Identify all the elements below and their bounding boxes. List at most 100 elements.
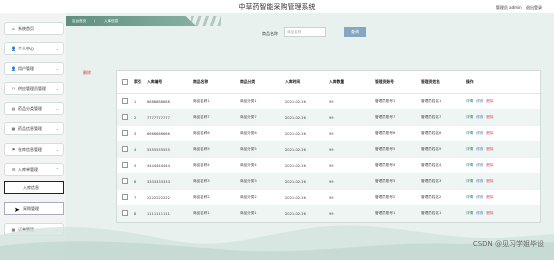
sidebar-item-label: 仓库信息管理: [18, 146, 42, 152]
cell-date: 2021-02-26: [285, 115, 306, 120]
row-checkbox[interactable]: [117, 146, 131, 153]
logout-link[interactable]: 退出登录: [526, 5, 542, 10]
column-header: 入库编号: [147, 79, 163, 84]
delete-button[interactable]: 删除: [486, 131, 493, 135]
edit-button[interactable]: 修改: [476, 195, 483, 199]
sidebar-item-label: 供应管理员管理: [18, 85, 46, 91]
cell-manager-account: 管理员账号5: [375, 147, 396, 151]
cell-manager-account: 管理员账号2: [375, 195, 396, 199]
cell-quantity: 99: [329, 147, 334, 152]
row-checkbox[interactable]: [117, 162, 131, 169]
column-header: 入库数量: [329, 79, 345, 84]
sidebar-item-profile[interactable]: 👤 个人中心 ⌄: [4, 42, 64, 55]
table-row: 5 4444444444 商品名称4 商品分类4 2021-02-26 99 管理员账号4 管…: [117, 158, 540, 174]
inbound-table: 索引 入库编号 商品名称 商品分类 入库时间 入库数量 管理员账号 管理员姓名 …: [116, 70, 541, 223]
sidebar-subitem-label: 采购管理: [23, 205, 39, 211]
breadcrumb-separator: /: [94, 19, 96, 23]
detail-button[interactable]: 详情: [466, 179, 473, 183]
sidebar-subitem-purchase[interactable]: 采购管理: [4, 202, 64, 215]
sidebar-item-drug-category[interactable]: ▤ 药品分类管理 ⌄: [4, 102, 64, 115]
batch-delete-button[interactable]: 删除: [83, 70, 91, 76]
sidebar-subitem-inbound-info[interactable]: 入库信息: [4, 181, 64, 194]
cell-quantity: 99: [329, 99, 334, 104]
edit-button[interactable]: 修改: [476, 163, 483, 167]
sidebar-item-drug-info[interactable]: ▦ 药品信息管理 ⌄: [4, 122, 64, 135]
detail-button[interactable]: 详情: [466, 195, 473, 199]
delete-button[interactable]: 删除: [486, 147, 493, 151]
detail-button[interactable]: 详情: [466, 147, 473, 151]
search-input[interactable]: 商品名称: [284, 27, 326, 37]
sidebar-item-label: 订单管理: [18, 226, 34, 232]
edit-button[interactable]: 修改: [476, 99, 483, 103]
cell-code: 6666666666: [147, 131, 170, 136]
row-checkbox[interactable]: [117, 130, 131, 137]
cell-index: 2: [134, 115, 137, 120]
home-icon: ⌂: [12, 26, 15, 31]
chevron-down-icon: ⌄: [55, 126, 59, 131]
delete-button[interactable]: 删除: [486, 195, 493, 199]
cell-category: 商品分类1: [240, 211, 257, 215]
sidebar-item-label: 药品分类管理: [18, 105, 42, 111]
cell-index: 1: [134, 99, 137, 104]
edit-button[interactable]: 修改: [476, 211, 483, 215]
chevron-down-icon: ⌄: [55, 86, 59, 91]
search-button[interactable]: 查询: [344, 27, 366, 37]
breadcrumb: 后台首页 / 入库信息: [66, 16, 196, 26]
detail-button[interactable]: 详情: [466, 115, 473, 119]
row-checkbox[interactable]: [117, 178, 131, 185]
cell-date: 2021-02-26: [285, 195, 306, 200]
edit-button[interactable]: 修改: [476, 131, 483, 135]
detail-button[interactable]: 详情: [466, 131, 473, 135]
sidebar-item-label: 个人中心: [18, 45, 34, 51]
cell-date: 2021-02-26: [285, 179, 306, 184]
edit-button[interactable]: 修改: [476, 179, 483, 183]
sidebar-item-inbound[interactable]: ☰ 入库单管理 ⌃: [4, 163, 64, 176]
breadcrumb-home[interactable]: 后台首页: [72, 19, 86, 24]
sidebar-item-warehouse[interactable]: ⚑ 仓库信息管理 ⌄: [4, 143, 64, 156]
cell-manager-name: 管理员姓名2: [421, 195, 442, 199]
watermark: CSDN @见习学姐毕设: [472, 240, 544, 248]
delete-button[interactable]: 删除: [486, 99, 493, 103]
row-checkbox[interactable]: [117, 194, 131, 201]
delete-button[interactable]: 删除: [486, 163, 493, 167]
detail-button[interactable]: 详情: [466, 99, 473, 103]
delete-button[interactable]: 删除: [486, 115, 493, 119]
chevron-down-icon: ⌄: [55, 147, 59, 152]
cell-quantity: 99: [329, 163, 334, 168]
user-icon: 👤: [11, 66, 16, 71]
cell-manager-name: 管理员姓名7: [421, 115, 442, 119]
column-header: 索引: [134, 79, 142, 84]
sidebar-item-suppliers[interactable]: ⚇ 供应管理员管理 ⌄: [4, 82, 64, 95]
edit-button[interactable]: 修改: [476, 115, 483, 119]
sidebar-item-orders[interactable]: ▦ 订单管理 ⌄: [4, 223, 64, 236]
cell-name: 商品名称4: [193, 163, 210, 167]
delete-button[interactable]: 删除: [486, 179, 493, 183]
table-row: 4 5555555555 商品名称5 商品分类5 2021-02-26 99 管理员账号5 管…: [117, 142, 540, 158]
sidebar-item-users[interactable]: 👤 用户管理 ⌄: [4, 62, 64, 75]
cell-category: 商品分类4: [240, 163, 257, 167]
detail-button[interactable]: 详情: [466, 211, 473, 215]
cell-code: 8888888888: [147, 99, 170, 104]
sidebar-item-home[interactable]: ⌂ 系统首页: [4, 22, 64, 35]
cell-code: 3333333333: [147, 179, 170, 184]
delete-button[interactable]: 删除: [486, 211, 493, 215]
detail-button[interactable]: 详情: [466, 163, 473, 167]
cell-name: 商品名称1: [193, 211, 210, 215]
table-body: 1 8888888888 商品名称1 商品分类1 2021-02-26 99 管理员账号1 管…: [117, 94, 540, 222]
cell-manager-account: 管理员账号4: [375, 163, 396, 167]
cell-category: 商品分类5: [240, 147, 257, 151]
row-checkbox[interactable]: [117, 210, 131, 217]
edit-button[interactable]: 修改: [476, 147, 483, 151]
search-label: 商品名称: [262, 31, 278, 36]
cell-actions: 详情 修改 删除: [463, 179, 500, 184]
cell-manager-account: 管理员账号1: [375, 211, 396, 215]
row-checkbox[interactable]: [117, 114, 131, 121]
row-checkbox[interactable]: [117, 98, 131, 105]
mouse-cursor-icon: ➤: [14, 206, 20, 214]
cell-category: 商品分类2: [240, 195, 257, 199]
box-icon: ▦: [11, 126, 16, 131]
select-all-checkbox[interactable]: [117, 78, 131, 86]
cell-actions: 详情 修改 删除: [463, 211, 500, 216]
chevron-up-icon: ⌃: [55, 167, 59, 172]
sidebar-item-label: 系统首页: [18, 25, 34, 31]
